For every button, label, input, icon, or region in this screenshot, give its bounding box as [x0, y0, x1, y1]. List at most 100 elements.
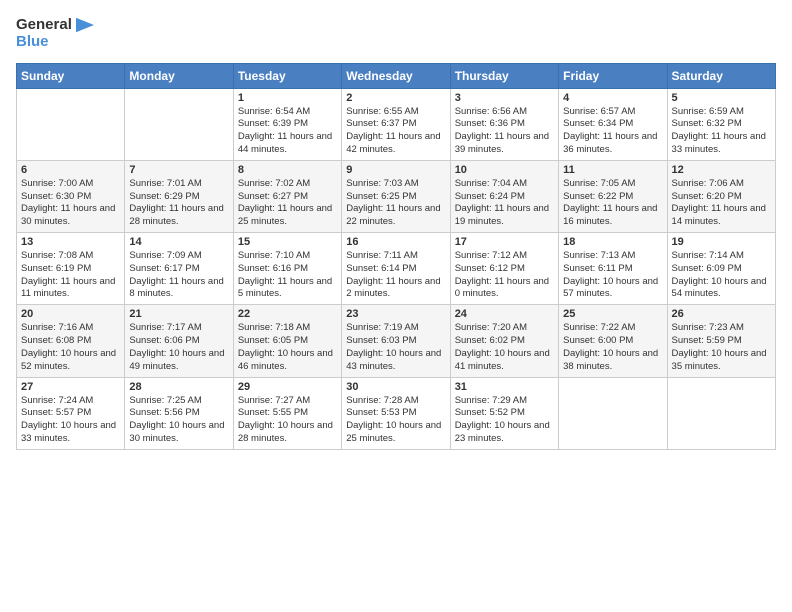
- day-number: 29: [238, 381, 337, 393]
- page-header: General Blue: [16, 16, 776, 51]
- day-info: Sunrise: 7:11 AMSunset: 6:14 PMDaylight:…: [346, 250, 445, 301]
- weekday-header-row: SundayMondayTuesdayWednesdayThursdayFrid…: [17, 63, 776, 88]
- calendar-cell: 16 Sunrise: 7:11 AMSunset: 6:14 PMDayligh…: [342, 233, 450, 305]
- calendar-cell: 11 Sunrise: 7:05 AMSunset: 6:22 PMDayligh…: [559, 160, 667, 232]
- day-info: Sunrise: 7:22 AMSunset: 6:00 PMDaylight:…: [563, 322, 662, 373]
- day-number: 5: [672, 92, 771, 104]
- calendar-cell: 31 Sunrise: 7:29 AMSunset: 5:52 PMDayligh…: [450, 377, 558, 449]
- day-number: 26: [672, 308, 771, 320]
- day-number: 17: [455, 236, 554, 248]
- weekday-header-cell: Saturday: [667, 63, 775, 88]
- day-info: Sunrise: 7:27 AMSunset: 5:55 PMDaylight:…: [238, 395, 337, 446]
- day-number: 2: [346, 92, 445, 104]
- calendar-week-row: 13Sunrise: 7:08 AMSunset: 6:19 PMDayligh…: [17, 233, 776, 305]
- calendar-cell: 21 Sunrise: 7:17 AMSunset: 6:06 PMDayligh…: [125, 305, 233, 377]
- calendar-cell: [125, 88, 233, 160]
- day-info: Sunrise: 7:14 AMSunset: 6:09 PMDaylight:…: [672, 250, 771, 301]
- day-number: 10: [455, 164, 554, 176]
- logo: General Blue: [16, 16, 94, 51]
- logo-text-block: General Blue: [16, 16, 94, 51]
- day-number: 6: [21, 164, 120, 176]
- day-number: 1: [238, 92, 337, 104]
- day-info: Sunrise: 6:57 AMSunset: 6:34 PMDaylight:…: [563, 106, 662, 157]
- day-info: Sunrise: 7:16 AMSunset: 6:08 PMDaylight:…: [21, 322, 120, 373]
- calendar-week-row: 1Sunrise: 6:54 AMSunset: 6:39 PMDaylight…: [17, 88, 776, 160]
- day-number: 7: [129, 164, 228, 176]
- day-info: Sunrise: 6:55 AMSunset: 6:37 PMDaylight:…: [346, 106, 445, 157]
- calendar-cell: 15 Sunrise: 7:10 AMSunset: 6:16 PMDayligh…: [233, 233, 341, 305]
- calendar-week-row: 20 Sunrise: 7:16 AMSunset: 6:08 PMDayligh…: [17, 305, 776, 377]
- day-number: 14: [129, 236, 228, 248]
- day-info: Sunrise: 7:10 AMSunset: 6:16 PMDaylight:…: [238, 250, 337, 301]
- calendar-cell: 3 Sunrise: 6:56 AMSunset: 6:36 PMDaylight…: [450, 88, 558, 160]
- calendar-cell: 10 Sunrise: 7:04 AMSunset: 6:24 PMDayligh…: [450, 160, 558, 232]
- day-number: 18: [563, 236, 662, 248]
- day-info: Sunrise: 7:28 AMSunset: 5:53 PMDaylight:…: [346, 395, 445, 446]
- calendar-table: SundayMondayTuesdayWednesdayThursdayFrid…: [16, 63, 776, 450]
- day-info: Sunrise: 7:02 AMSunset: 6:27 PMDaylight:…: [238, 178, 337, 229]
- calendar-cell: 13Sunrise: 7:08 AMSunset: 6:19 PMDayligh…: [17, 233, 125, 305]
- day-number: 19: [672, 236, 771, 248]
- day-number: 21: [129, 308, 228, 320]
- calendar-cell: 26 Sunrise: 7:23 AMSunset: 5:59 PMDayligh…: [667, 305, 775, 377]
- day-number: 13: [21, 236, 120, 248]
- calendar-cell: [559, 377, 667, 449]
- day-info: Sunrise: 7:01 AMSunset: 6:29 PMDaylight:…: [129, 178, 228, 229]
- day-number: 3: [455, 92, 554, 104]
- day-number: 9: [346, 164, 445, 176]
- calendar-week-row: 27 Sunrise: 7:24 AMSunset: 5:57 PMDayligh…: [17, 377, 776, 449]
- calendar-cell: [17, 88, 125, 160]
- calendar-cell: 23Sunrise: 7:19 AMSunset: 6:03 PMDayligh…: [342, 305, 450, 377]
- weekday-header-cell: Wednesday: [342, 63, 450, 88]
- day-number: 15: [238, 236, 337, 248]
- calendar-cell: 29 Sunrise: 7:27 AMSunset: 5:55 PMDayligh…: [233, 377, 341, 449]
- day-info: Sunrise: 7:12 AMSunset: 6:12 PMDaylight:…: [455, 250, 554, 301]
- day-number: 27: [21, 381, 120, 393]
- day-info: Sunrise: 7:20 AMSunset: 6:02 PMDaylight:…: [455, 322, 554, 373]
- day-info: Sunrise: 7:06 AMSunset: 6:20 PMDaylight:…: [672, 178, 771, 229]
- calendar-cell: 4 Sunrise: 6:57 AMSunset: 6:34 PMDaylight…: [559, 88, 667, 160]
- calendar-cell: 19 Sunrise: 7:14 AMSunset: 6:09 PMDayligh…: [667, 233, 775, 305]
- day-info: Sunrise: 7:25 AMSunset: 5:56 PMDaylight:…: [129, 395, 228, 446]
- day-info: Sunrise: 7:00 AMSunset: 6:30 PMDaylight:…: [21, 178, 120, 229]
- day-number: 28: [129, 381, 228, 393]
- day-number: 8: [238, 164, 337, 176]
- weekday-header-cell: Monday: [125, 63, 233, 88]
- day-info: Sunrise: 7:09 AMSunset: 6:17 PMDaylight:…: [129, 250, 228, 301]
- day-info: Sunrise: 7:17 AMSunset: 6:06 PMDaylight:…: [129, 322, 228, 373]
- day-number: 24: [455, 308, 554, 320]
- calendar-cell: 7 Sunrise: 7:01 AMSunset: 6:29 PMDaylight…: [125, 160, 233, 232]
- calendar-week-row: 6 Sunrise: 7:00 AMSunset: 6:30 PMDaylight…: [17, 160, 776, 232]
- calendar-cell: 25 Sunrise: 7:22 AMSunset: 6:00 PMDayligh…: [559, 305, 667, 377]
- logo-line2: Blue: [16, 33, 94, 50]
- calendar-cell: 22Sunrise: 7:18 AMSunset: 6:05 PMDayligh…: [233, 305, 341, 377]
- day-info: Sunrise: 6:56 AMSunset: 6:36 PMDaylight:…: [455, 106, 554, 157]
- day-number: 4: [563, 92, 662, 104]
- day-info: Sunrise: 7:29 AMSunset: 5:52 PMDaylight:…: [455, 395, 554, 446]
- day-info: Sunrise: 7:18 AMSunset: 6:05 PMDaylight:…: [238, 322, 337, 373]
- day-info: Sunrise: 7:03 AMSunset: 6:25 PMDaylight:…: [346, 178, 445, 229]
- day-info: Sunrise: 7:19 AMSunset: 6:03 PMDaylight:…: [346, 322, 445, 373]
- day-info: Sunrise: 6:59 AMSunset: 6:32 PMDaylight:…: [672, 106, 771, 157]
- calendar-cell: 6 Sunrise: 7:00 AMSunset: 6:30 PMDaylight…: [17, 160, 125, 232]
- calendar-cell: 9 Sunrise: 7:03 AMSunset: 6:25 PMDaylight…: [342, 160, 450, 232]
- day-info: Sunrise: 7:23 AMSunset: 5:59 PMDaylight:…: [672, 322, 771, 373]
- calendar-cell: 5 Sunrise: 6:59 AMSunset: 6:32 PMDaylight…: [667, 88, 775, 160]
- day-number: 20: [21, 308, 120, 320]
- day-info: Sunrise: 7:24 AMSunset: 5:57 PMDaylight:…: [21, 395, 120, 446]
- weekday-header-cell: Tuesday: [233, 63, 341, 88]
- day-info: Sunrise: 7:05 AMSunset: 6:22 PMDaylight:…: [563, 178, 662, 229]
- calendar-cell: 14 Sunrise: 7:09 AMSunset: 6:17 PMDayligh…: [125, 233, 233, 305]
- day-number: 16: [346, 236, 445, 248]
- day-number: 31: [455, 381, 554, 393]
- calendar-cell: 1Sunrise: 6:54 AMSunset: 6:39 PMDaylight…: [233, 88, 341, 160]
- day-number: 11: [563, 164, 662, 176]
- calendar-cell: 27 Sunrise: 7:24 AMSunset: 5:57 PMDayligh…: [17, 377, 125, 449]
- day-info: Sunrise: 7:04 AMSunset: 6:24 PMDaylight:…: [455, 178, 554, 229]
- calendar-cell: [667, 377, 775, 449]
- calendar-cell: 20 Sunrise: 7:16 AMSunset: 6:08 PMDayligh…: [17, 305, 125, 377]
- calendar-cell: 2 Sunrise: 6:55 AMSunset: 6:37 PMDaylight…: [342, 88, 450, 160]
- day-info: Sunrise: 7:13 AMSunset: 6:11 PMDaylight:…: [563, 250, 662, 301]
- logo-arrow-icon: [76, 17, 94, 33]
- day-number: 25: [563, 308, 662, 320]
